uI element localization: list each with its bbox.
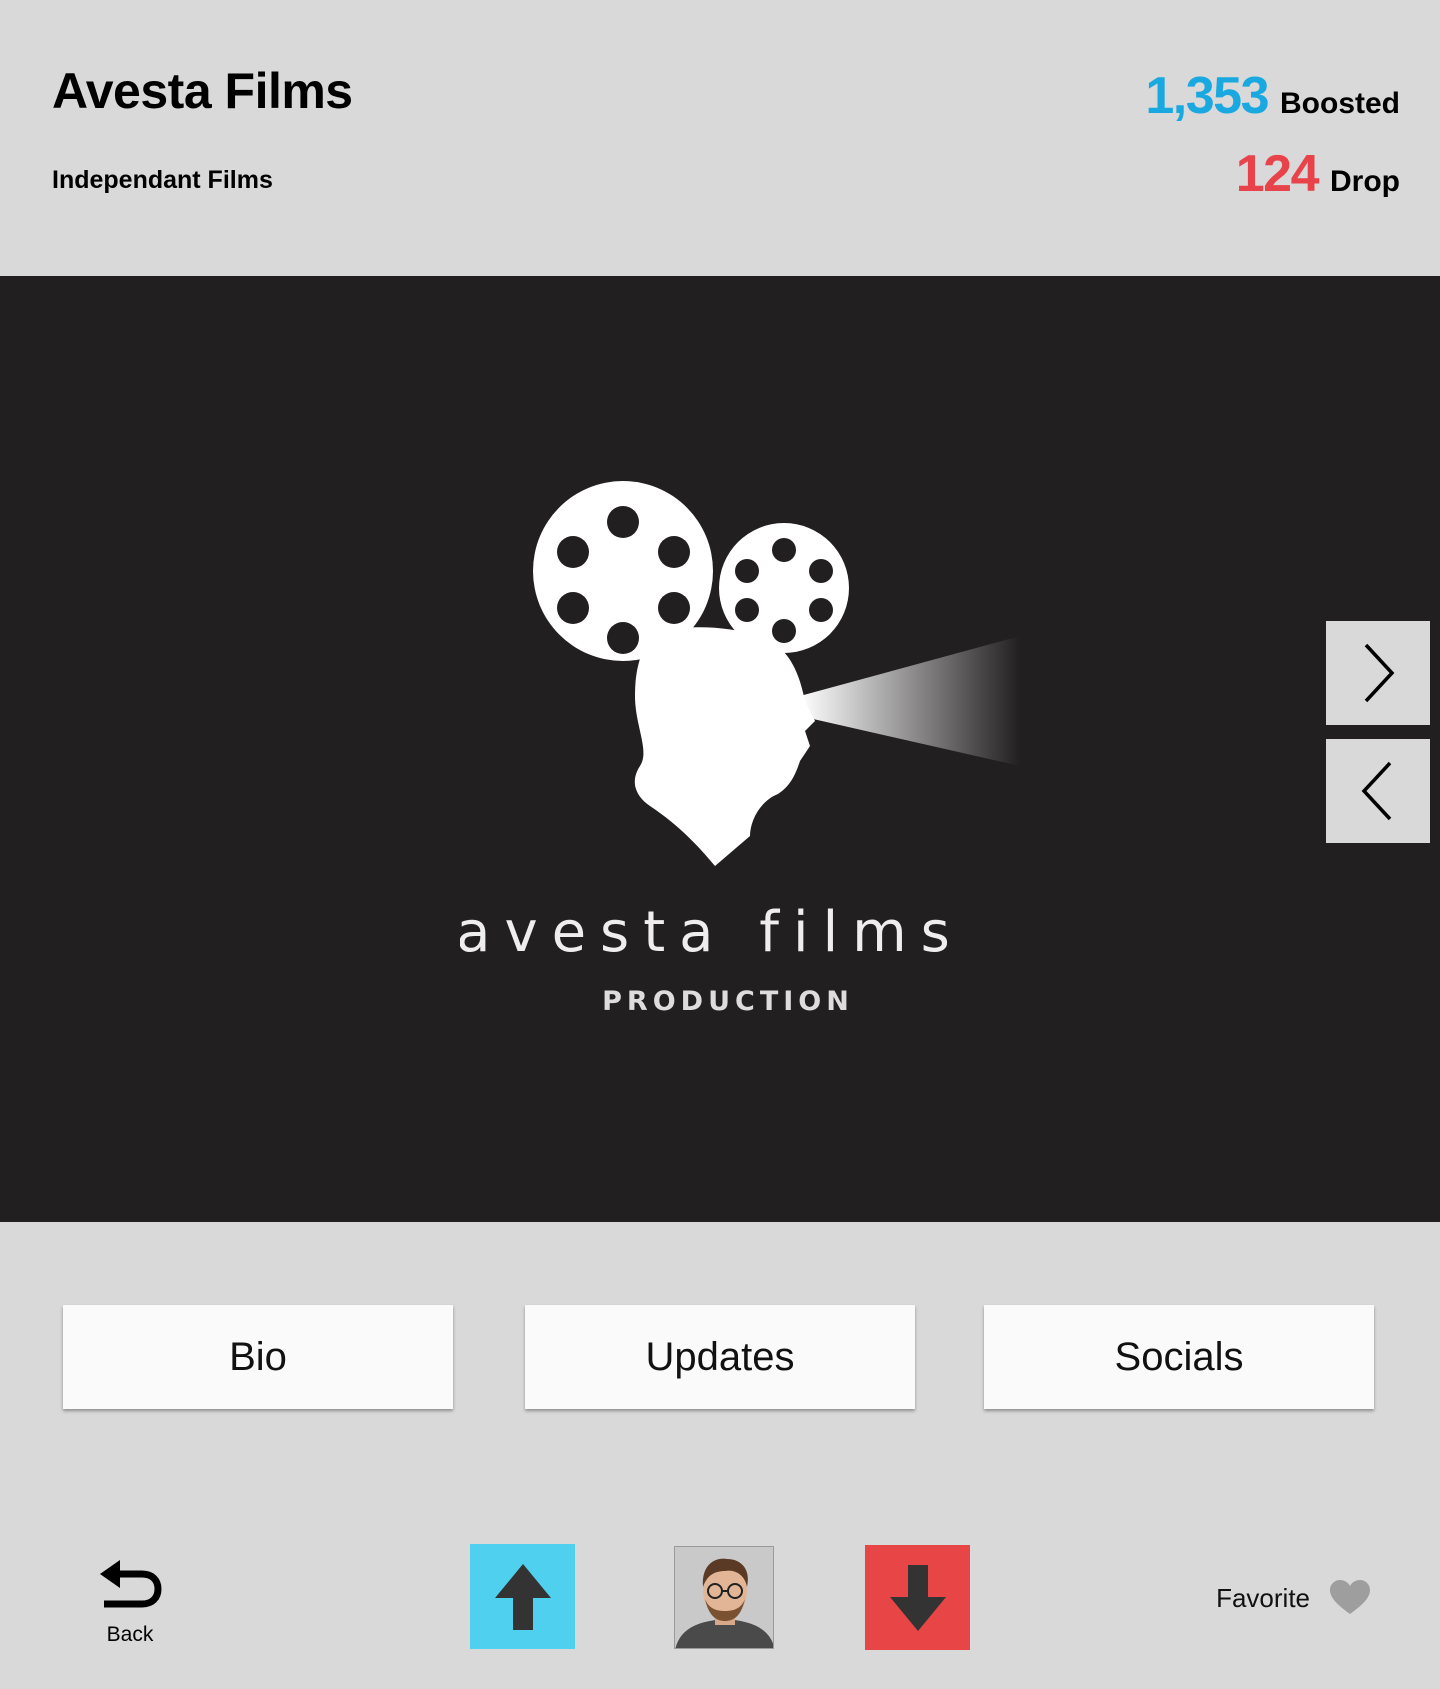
drop-label: Drop xyxy=(1330,165,1400,198)
page-subtitle: Independant Films xyxy=(52,166,273,194)
tab-bio[interactable]: Bio xyxy=(63,1305,453,1409)
back-arrow-icon xyxy=(100,1560,162,1608)
tab-updates[interactable]: Updates xyxy=(525,1305,915,1409)
logo-subtext: PRODUCTION xyxy=(602,986,854,1017)
previous-slide-button[interactable] xyxy=(1326,739,1430,843)
boosted-stat: 1,353 Boosted xyxy=(1145,66,1400,126)
arrow-up-icon xyxy=(494,1563,551,1630)
chevron-left-icon xyxy=(1361,761,1392,821)
boosted-count: 1,353 xyxy=(1145,67,1269,125)
page-title: Avesta Films xyxy=(52,63,353,119)
tab-socials[interactable]: Socials xyxy=(984,1305,1374,1409)
action-bar: Back Favorite xyxy=(0,1540,1440,1689)
profile-header: Avesta Films Independant Films 1,353 Boo… xyxy=(0,0,1440,276)
back-button[interactable]: Back xyxy=(90,1560,170,1647)
drop-button[interactable] xyxy=(865,1545,970,1650)
heart-icon xyxy=(1330,1580,1370,1614)
drop-stat: 124 Drop xyxy=(1236,144,1400,204)
avatar[interactable] xyxy=(674,1546,774,1649)
back-label: Back xyxy=(106,1623,154,1646)
boost-button[interactable] xyxy=(470,1544,575,1649)
arrow-down-icon xyxy=(889,1564,946,1631)
media-carousel: avesta films PRODUCTION xyxy=(0,276,1440,1222)
next-slide-button[interactable] xyxy=(1326,621,1430,725)
user-avatar-image xyxy=(675,1547,773,1648)
chevron-right-icon xyxy=(1364,643,1395,703)
drop-count: 124 xyxy=(1235,145,1320,203)
boosted-label: Boosted xyxy=(1280,87,1400,120)
favorite-button[interactable]: Favorite xyxy=(1216,1580,1370,1616)
favorite-label: Favorite xyxy=(1216,1582,1310,1613)
logo-text: avesta films xyxy=(460,900,964,965)
avesta-films-logo: avesta films PRODUCTION xyxy=(460,481,1020,1017)
